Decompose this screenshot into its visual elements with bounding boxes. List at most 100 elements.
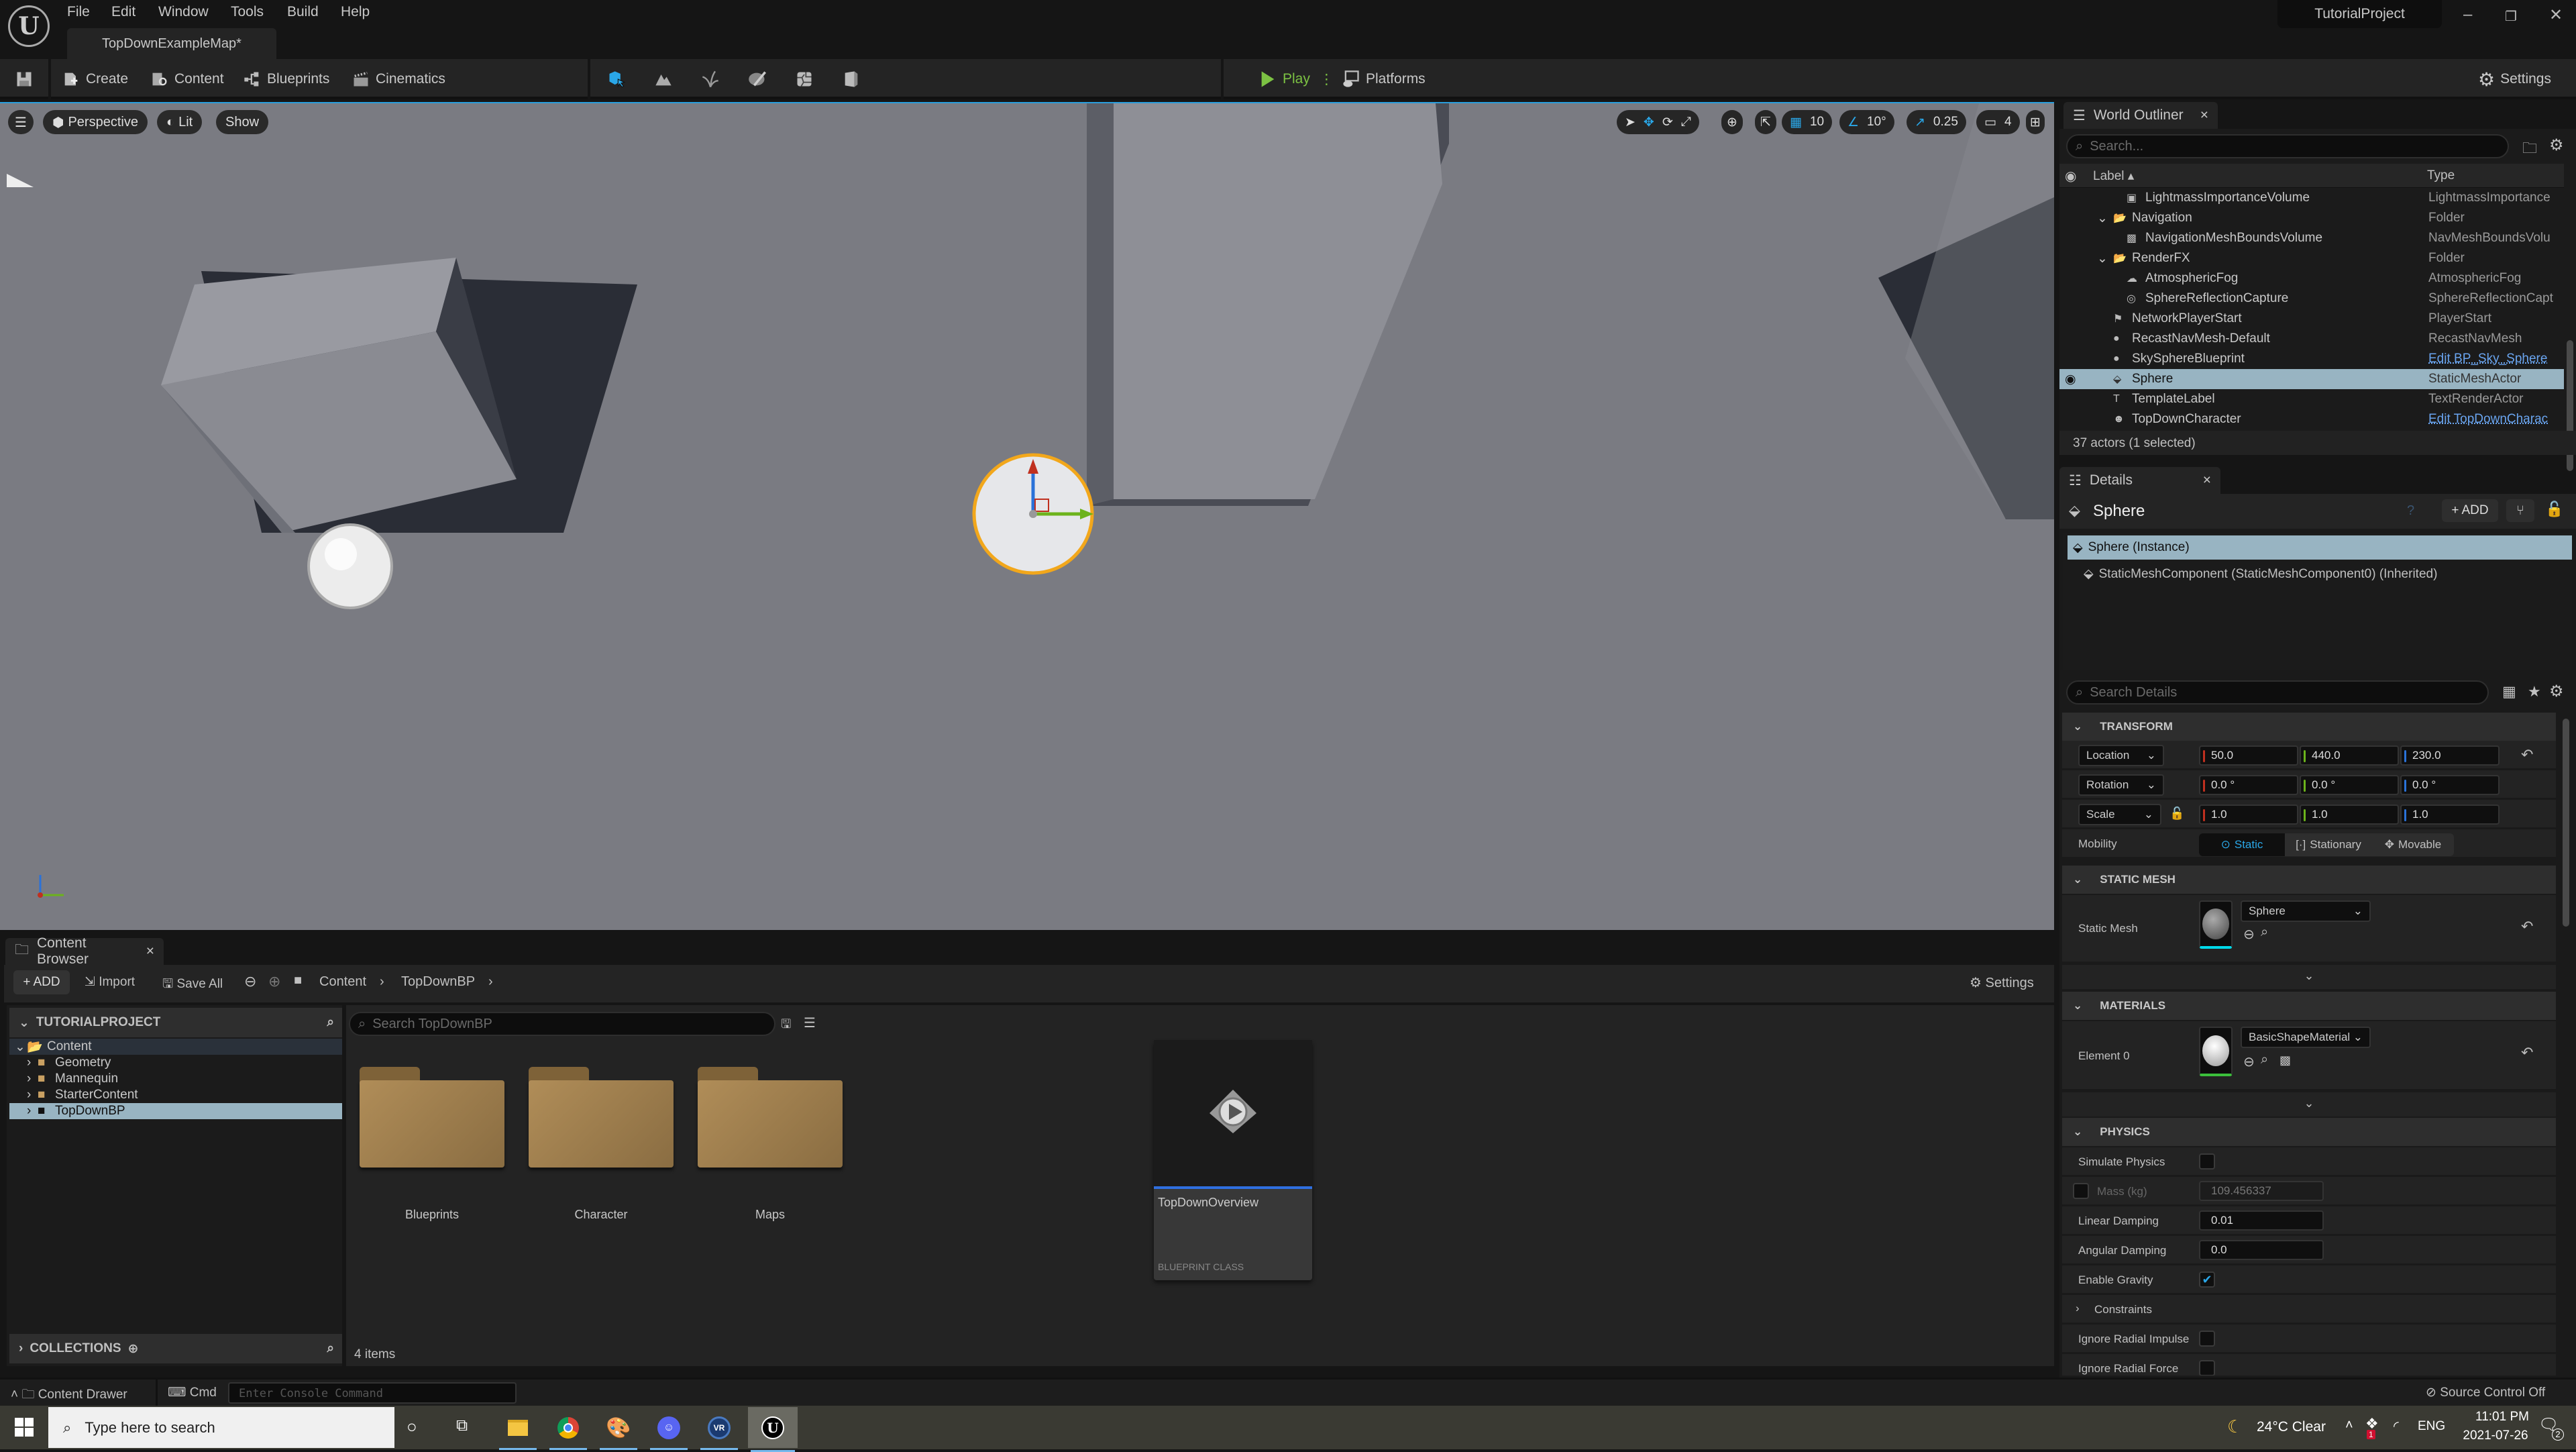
menu-help[interactable]: Help (341, 4, 370, 20)
chrome-icon[interactable] (547, 1410, 590, 1450)
tree-header[interactable]: ⌄ TUTORIALPROJECT ⌕ (9, 1008, 342, 1037)
reset-static-mesh-icon[interactable]: ↶ (2521, 918, 2533, 935)
level-viewport[interactable]: ☰ ⬢ Perspective ◐ Lit Show ➤ ✥ ⟳ ⤢ ⊕ ⇱ ▦ 10… (0, 102, 2054, 930)
material-dropdown[interactable]: BasicShapeMaterial ⌄ (2241, 1027, 2371, 1048)
location-y[interactable]: 440.0 (2300, 745, 2399, 766)
type-column-header[interactable]: Type (2427, 168, 2455, 183)
chevron-right-icon[interactable]: › (27, 1055, 31, 1070)
use-selected-icon[interactable]: ⊖ (2243, 926, 2255, 943)
outliner-row[interactable]: ● SkySphereBlueprint Edit BP_Sky_Sphere (2059, 349, 2564, 369)
restore-button[interactable]: ❐ (2505, 8, 2517, 25)
reset-location-icon[interactable]: ↶ (2521, 746, 2533, 764)
close-content-browser-icon[interactable]: × (146, 943, 154, 960)
world-local-toggle[interactable]: ⊕ (1721, 110, 1743, 134)
file-explorer-icon[interactable] (496, 1410, 539, 1450)
breadcrumb-topdownbp[interactable]: TopDownBP (401, 974, 475, 990)
ignore-radial-impulse-checkbox[interactable] (2199, 1331, 2215, 1347)
content-button[interactable]: Content (150, 59, 224, 99)
browse-icon[interactable]: ⌕ (2261, 1052, 2268, 1068)
tab-map[interactable]: TopDownExampleMap* (67, 28, 276, 59)
breadcrumb-chevron-icon[interactable]: › (488, 974, 493, 990)
static-mesh-thumbnail[interactable] (2199, 900, 2233, 949)
fracture-mode-icon[interactable] (795, 70, 814, 89)
outliner-row[interactable]: ▩ NavigationMeshBoundsVolume NavMeshBounds… (2059, 228, 2564, 248)
location-x[interactable]: 50.0 (2199, 745, 2298, 766)
outliner-row[interactable]: ☻ TopDownCharacter Edit TopDownCharac (2059, 409, 2564, 429)
component-root[interactable]: ⬙ Sphere (Instance) (2068, 535, 2572, 560)
ignore-radial-force-checkbox[interactable] (2199, 1360, 2215, 1376)
rotation-z[interactable]: 0.0 ° (2400, 775, 2500, 795)
select-tool-icon[interactable]: ➤ (1625, 115, 1635, 130)
rotation-y[interactable]: 0.0 ° (2300, 775, 2399, 795)
lock-icon[interactable]: 🔓 (2545, 501, 2563, 518)
rotation-dropdown[interactable]: Rotation ⌄ (2078, 774, 2164, 796)
brush-edit-mode-icon[interactable] (842, 70, 861, 89)
favorite-star-icon[interactable]: ★ (2528, 683, 2541, 701)
scale-lock-icon[interactable]: 🔓 (2169, 807, 2184, 821)
landscape-mode-icon[interactable] (654, 70, 673, 89)
material-thumbnail[interactable] (2199, 1027, 2233, 1076)
collections-header[interactable]: › COLLECTIONS ⊕ ⌕ (9, 1334, 342, 1363)
outliner-settings-icon[interactable]: ⚙ (2549, 136, 2564, 155)
scale-y[interactable]: 1.0 (2300, 805, 2399, 825)
select-mode-icon[interactable] (607, 70, 626, 89)
import-button[interactable]: ⇲ Import (85, 974, 135, 990)
unreal-editor-taskbar-icon[interactable]: U (748, 1407, 798, 1452)
translate-tool-icon[interactable]: ✥ (1644, 115, 1654, 130)
folder-tile[interactable] (360, 1067, 504, 1168)
chevron-down-icon[interactable]: ⌄ (2097, 211, 2108, 226)
scale-snap[interactable]: ↗ 0.25 (1907, 110, 1966, 134)
chevron-right-icon[interactable]: › (27, 1088, 31, 1102)
outliner-row[interactable]: ⚑ NetworkPlayerStart PlayerStart (2059, 309, 2564, 329)
outliner-row[interactable]: ⌄ 📂 Navigation Folder (2059, 208, 2564, 228)
static-mesh-advanced-toggle[interactable]: ⌄ (2062, 965, 2556, 989)
foliage-mode-icon[interactable] (701, 70, 720, 89)
cinematics-button[interactable]: Cinematics (352, 59, 445, 99)
cortana-icon[interactable]: ○ (407, 1416, 417, 1437)
minimize-button[interactable]: – (2463, 5, 2472, 24)
linear-damping-field[interactable]: 0.01 (2199, 1210, 2324, 1231)
paint-icon[interactable]: 🎨 (597, 1410, 640, 1450)
forward-icon[interactable]: ⊕ (268, 973, 280, 990)
close-button[interactable]: ✕ (2549, 5, 2563, 25)
constraints-row[interactable]: › Constraints (2062, 1295, 2556, 1325)
material-checker-icon[interactable]: ▩ (2279, 1053, 2291, 1068)
folder-tree-item[interactable]: › ■ Mannequin (9, 1071, 342, 1087)
menu-build[interactable]: Build (287, 4, 319, 20)
weather-text[interactable]: 24°C Clear (2257, 1419, 2326, 1435)
folder-tree-item[interactable]: › ■ TopDownBP (9, 1103, 342, 1119)
component-static-mesh[interactable]: ⬙ StaticMeshComponent (StaticMeshComponen… (2084, 566, 2437, 582)
close-outliner-icon[interactable]: × (2200, 107, 2208, 123)
reset-material-icon[interactable]: ↶ (2521, 1044, 2533, 1061)
save-all-button[interactable]: 🖫 Save All (162, 974, 223, 996)
simulate-physics-checkbox[interactable] (2199, 1153, 2215, 1170)
add-folder-icon[interactable]: 🗀 (2522, 137, 2537, 162)
language-indicator[interactable]: ENG (2418, 1419, 2445, 1434)
scale-x[interactable]: 1.0 (2199, 805, 2298, 825)
mass-override-checkbox[interactable] (2073, 1183, 2089, 1199)
scale-dropdown[interactable]: Scale ⌄ (2078, 804, 2161, 825)
location-z[interactable]: 230.0 (2400, 745, 2500, 766)
folder-tile[interactable] (529, 1067, 674, 1168)
cmd-button[interactable]: ⌨ Cmd (168, 1385, 217, 1400)
browse-icon[interactable]: ⌕ (2261, 925, 2268, 940)
use-selected-icon[interactable]: ⊖ (2243, 1053, 2255, 1070)
table-view-icon[interactable]: ▦ (2502, 683, 2516, 701)
outliner-row[interactable]: ☁ AtmosphericFog AtmosphericFog (2059, 268, 2564, 289)
menu-tools[interactable]: Tools (231, 4, 264, 20)
scale-z[interactable]: 1.0 (2400, 805, 2500, 825)
discord-icon[interactable]: ☺ (647, 1410, 690, 1450)
windows-start-icon[interactable] (15, 1418, 34, 1437)
outliner-search[interactable]: ⌕ Search... (2066, 134, 2509, 158)
save-search-icon[interactable]: 🖫 (781, 1016, 791, 1036)
rotate-tool-icon[interactable]: ⟳ (1662, 115, 1673, 130)
close-details-icon[interactable]: × (2203, 472, 2211, 488)
create-button[interactable]: Create (62, 59, 128, 99)
tab-details[interactable]: ☷ Details × (2059, 467, 2220, 494)
platforms-button[interactable]: Platforms (1342, 59, 1426, 99)
folder-tile[interactable] (698, 1067, 843, 1168)
scale-tool-icon[interactable]: ⤢ (1681, 115, 1691, 129)
task-view-icon[interactable]: ⧉ (456, 1416, 468, 1435)
breadcrumb-separator-icon[interactable]: › (380, 974, 384, 990)
add-asset-button[interactable]: + ADD (13, 970, 70, 994)
